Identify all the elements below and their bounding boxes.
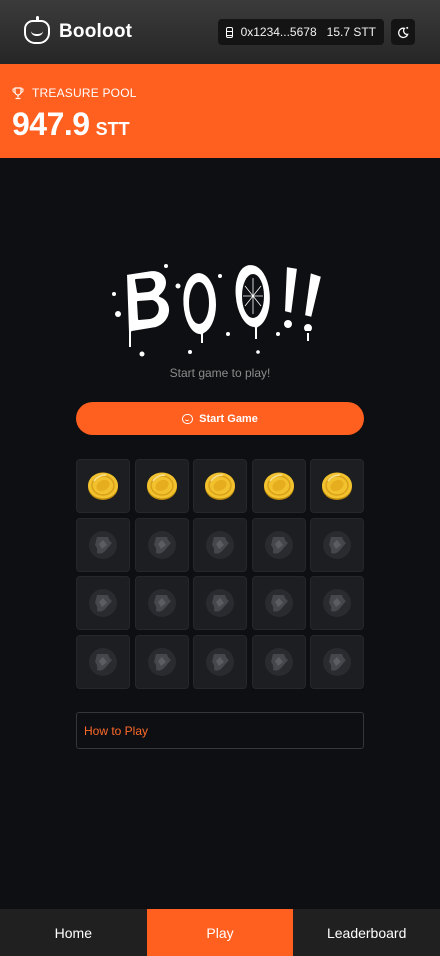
hidden-tile-icon (264, 530, 293, 559)
grid-tile[interactable] (76, 517, 130, 572)
grid-tile[interactable] (310, 459, 364, 513)
wallet-icon (225, 26, 233, 38)
grid-tile[interactable] (193, 459, 247, 513)
grid-tile[interactable] (193, 517, 247, 572)
hidden-tile-icon (89, 647, 117, 676)
brand-name: Booloot (59, 21, 133, 42)
nav-play-label: Play (206, 924, 234, 941)
grid-tile[interactable] (310, 576, 364, 630)
coin-icon (146, 472, 177, 500)
start-game-label: Start Game (199, 412, 258, 425)
grid-tile[interactable] (76, 576, 130, 630)
hidden-tile-icon (323, 647, 351, 676)
hidden-tile-icon (89, 530, 117, 559)
nav-leaderboard[interactable]: Leaderboard (293, 909, 440, 956)
grid-tile[interactable] (134, 634, 189, 689)
coin-icon (88, 472, 118, 500)
bottom-nav: Home Play Leaderboard (0, 909, 440, 956)
coin-icon (263, 472, 294, 500)
hidden-tile-icon (147, 589, 176, 617)
hidden-tile-icon (264, 589, 293, 617)
grid-tile[interactable] (251, 576, 306, 630)
game-grid (76, 459, 364, 689)
grid-tile[interactable] (310, 517, 364, 572)
nav-home[interactable]: Home (0, 909, 147, 956)
hidden-tile-icon (264, 647, 293, 676)
grid-tile[interactable] (251, 517, 306, 572)
pumpkin-icon (182, 413, 194, 424)
grid-tile[interactable] (193, 576, 247, 630)
grid-tile[interactable] (76, 634, 130, 689)
pumpkin-icon (24, 16, 50, 44)
hidden-tile-icon (206, 589, 234, 617)
treasure-pool-banner: TREASURE POOL 947.9 STT (0, 64, 440, 158)
nav-home-label: Home (54, 924, 93, 941)
start-hint: Start game to play! (169, 366, 271, 380)
hidden-tile-icon (323, 589, 351, 617)
hidden-tile-icon (206, 530, 234, 559)
grid-tile[interactable] (134, 576, 189, 630)
how-to-play-label: How to Play (84, 723, 149, 738)
hidden-tile-icon (206, 647, 234, 676)
grid-tile[interactable] (193, 634, 247, 689)
treasure-label: TREASURE POOL (32, 86, 137, 100)
grid-tile[interactable] (251, 459, 306, 513)
grid-tile[interactable] (310, 634, 364, 689)
wallet-button[interactable]: 0x1234...5678 15.7 STT (218, 19, 384, 45)
grid-tile[interactable] (134, 517, 189, 572)
trophy-icon (12, 86, 24, 99)
boo-logo (112, 263, 323, 357)
hidden-tile-icon (147, 647, 176, 676)
wallet-balance: 15.7 STT (326, 25, 376, 39)
hidden-tile-icon (147, 530, 176, 559)
grid-tile[interactable] (251, 634, 306, 689)
coin-icon (205, 472, 235, 500)
hidden-tile-icon (89, 589, 117, 617)
brand[interactable]: Booloot (24, 16, 133, 44)
start-game-button[interactable]: Start Game (76, 402, 364, 435)
wallet-address: 0x1234...5678 (240, 25, 317, 39)
treasure-unit: STT (95, 119, 130, 139)
theme-toggle-button[interactable] (391, 19, 415, 45)
grid-tile[interactable] (76, 459, 130, 513)
nav-play[interactable]: Play (146, 909, 294, 956)
nav-leaderboard-label: Leaderboard (326, 924, 407, 941)
hidden-tile-icon (323, 530, 351, 559)
grid-tile[interactable] (134, 459, 189, 513)
how-to-play-button[interactable]: How to Play (76, 712, 364, 749)
coin-icon (322, 472, 352, 500)
treasure-amount: 947.9 (12, 106, 90, 142)
theme-toggle-icon (397, 26, 409, 38)
